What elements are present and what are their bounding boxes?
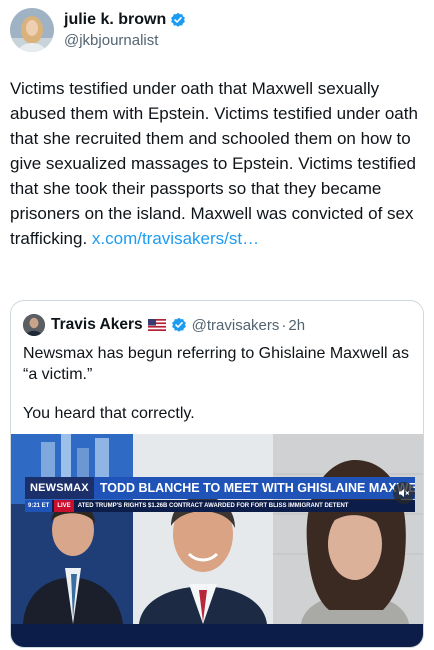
ticker-live-badge: LIVE <box>54 500 74 512</box>
tweet-text: Victims testified under oath that Maxwel… <box>10 79 418 248</box>
quoted-tweet-header: Travis Akers @travisakers · 2h <box>23 313 305 337</box>
ticker-text: ATED TRUMP'S RIGHTS $1.26B CONTRACT AWAR… <box>77 503 349 509</box>
us-flag-icon <box>147 319 166 331</box>
quoted-tweet[interactable]: Travis Akers @travisakers · 2h Newsmax h… <box>10 300 424 648</box>
tweet-link[interactable]: x.com/travisakers/st… <box>92 229 259 248</box>
speaker-mute-icon[interactable] <box>393 482 415 504</box>
news-chyron: NEWSMAX TODD BLANCHE TO MEET WITH GHISLA… <box>25 477 415 499</box>
separator-dot: · <box>281 316 287 334</box>
ticker-time: 9:21 ET <box>25 500 53 512</box>
quoted-text-line2: You heard that correctly. <box>23 405 195 422</box>
tweet-body: Victims testified under oath that Maxwel… <box>10 76 426 251</box>
author-handle[interactable]: @jkbjournalist <box>64 31 186 50</box>
verified-badge-icon[interactable] <box>170 12 186 28</box>
quoted-author-name[interactable]: Travis Akers <box>51 316 143 334</box>
tweet-author: julie k. brown @jkbjournalist <box>10 6 424 54</box>
chyron-brand: NEWSMAX <box>25 477 94 499</box>
quoted-media-image[interactable] <box>11 434 423 647</box>
quoted-timestamp[interactable]: 2h <box>288 317 305 334</box>
verified-badge-icon[interactable] <box>171 317 187 333</box>
author-display-name[interactable]: julie k. brown <box>64 10 166 30</box>
chyron-headline: TODD BLANCHE TO MEET WITH GHISLAINE MAXW… <box>93 477 415 499</box>
quoted-author-handle[interactable]: @travisakers <box>192 317 280 334</box>
quoted-text-line1: Newsmax has begun referring to Ghislaine… <box>23 345 409 383</box>
quoted-author-avatar[interactable] <box>23 314 45 336</box>
author-avatar[interactable] <box>10 8 54 52</box>
news-ticker: 9:21 ET LIVE ATED TRUMP'S RIGHTS $1.26B … <box>25 500 415 512</box>
